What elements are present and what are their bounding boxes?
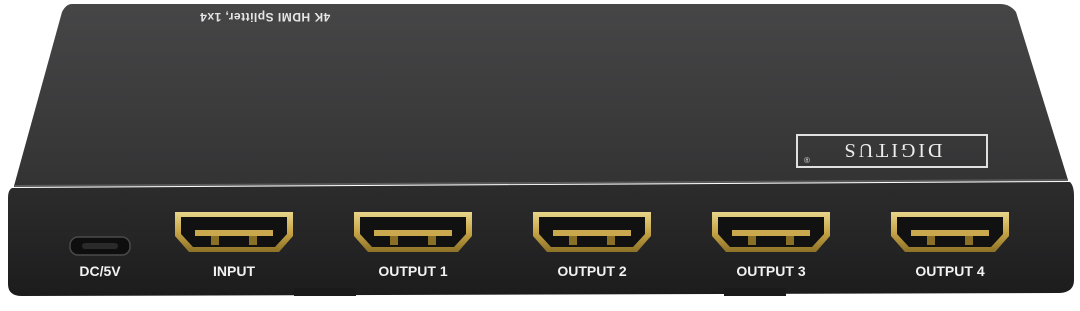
dc-power-port[interactable]	[69, 236, 131, 256]
port-label-output-4: OUTPUT 4	[915, 263, 985, 279]
port-label-input: INPUT	[213, 263, 255, 279]
device-foot-left	[294, 288, 356, 296]
product-name-label: 4K HDMI Splitter, 1x4	[199, 10, 331, 24]
hdmi-port-output-1[interactable]	[354, 212, 472, 252]
hdmi-port-output-2[interactable]	[533, 212, 651, 252]
brand-logo: DIGITUS ®	[796, 134, 988, 168]
brand-name: DIGITUS	[841, 139, 943, 161]
port-label-output-2: OUTPUT 2	[557, 263, 627, 279]
hdmi-port-output-3[interactable]	[712, 212, 830, 252]
hdmi-port-output-4[interactable]	[891, 212, 1009, 252]
registered-mark: ®	[804, 155, 810, 164]
port-label-output-1: OUTPUT 1	[378, 263, 448, 279]
port-label-output-3: OUTPUT 3	[736, 263, 806, 279]
device-foot-right	[724, 288, 786, 296]
hdmi-port-input[interactable]	[175, 212, 293, 252]
